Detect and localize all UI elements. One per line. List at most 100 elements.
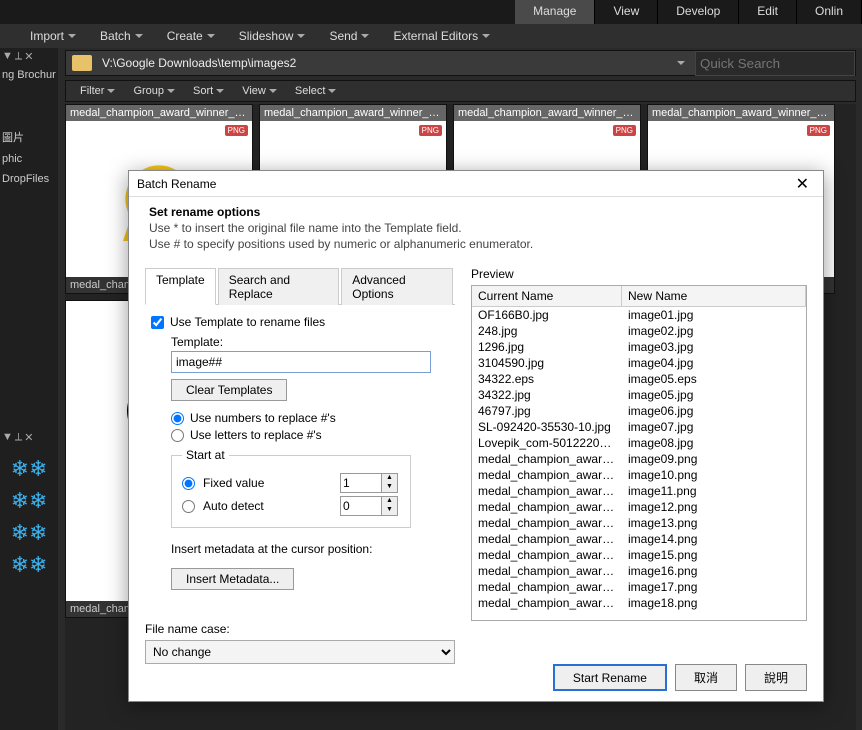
preview-row[interactable]: 46797.jpgimage06.jpg (472, 403, 806, 419)
import-menu[interactable]: Import (20, 26, 86, 46)
import-label: Import (30, 29, 64, 43)
tab-online[interactable]: Onlin (797, 0, 862, 24)
new-name-cell: image16.png (622, 563, 806, 579)
close-icon[interactable]: ✕ (790, 174, 815, 194)
chevron-down-icon[interactable] (677, 61, 685, 65)
preview-row[interactable]: SL-092420-35530-10.jpgimage07.jpg (472, 419, 806, 435)
preview-row[interactable]: 34322.epsimage05.eps (472, 371, 806, 387)
close-icon[interactable]: ✕ (24, 431, 33, 444)
fixed-value-label: Fixed value (203, 476, 332, 490)
sort-menu[interactable]: Sort (185, 83, 232, 99)
snowflake-icon: ❄❄ (0, 488, 58, 514)
new-name-cell: image15.png (622, 547, 806, 563)
batch-label: Batch (100, 29, 131, 43)
preview-row[interactable]: 34322.jpgimage05.jpg (472, 387, 806, 403)
tab-view[interactable]: View (595, 0, 658, 24)
top-menu: Manage View Develop Edit Onlin (0, 0, 862, 24)
preview-row[interactable]: medal_champion_award_wi...image16.png (472, 563, 806, 579)
preview-row[interactable]: medal_champion_award_wi...image09.png (472, 451, 806, 467)
folder-icon (72, 55, 92, 71)
spin-down-icon[interactable]: ▼ (382, 506, 397, 515)
slideshow-label: Slideshow (239, 29, 294, 43)
close-icon[interactable]: ✕ (24, 50, 33, 63)
filter-menu[interactable]: Filter (72, 83, 123, 99)
send-menu[interactable]: Send (319, 26, 379, 46)
select-menu[interactable]: Select (287, 83, 345, 99)
chevron-down-icon (328, 89, 336, 93)
start-at-legend: Start at (182, 448, 229, 462)
preview-row[interactable]: medal_champion_award_wi...image18.png (472, 595, 806, 611)
filename-case-label: File name case: (145, 622, 455, 636)
pin-icon[interactable]: ⟂ (15, 50, 22, 63)
current-name-cell: 3104590.jpg (472, 355, 622, 371)
preview-row[interactable]: OF166B0.jpgimage01.jpg (472, 307, 806, 323)
filename-case-select[interactable]: No change (145, 640, 455, 664)
preview-row[interactable]: 1296.jpgimage03.jpg (472, 339, 806, 355)
start-rename-button[interactable]: Start Rename (553, 664, 667, 691)
preview-row[interactable]: Lovepik_com-501222084-co...image08.jpg (472, 435, 806, 451)
current-name-cell: medal_champion_award_wi... (472, 547, 622, 563)
tab-search-replace[interactable]: Search and Replace (218, 268, 340, 305)
external-editors-menu[interactable]: External Editors (383, 26, 500, 46)
current-name-cell: SL-092420-35530-10.jpg (472, 419, 622, 435)
tab-advanced[interactable]: Advanced Options (341, 268, 453, 305)
path-input[interactable]: V:\Google Downloads\temp\images2 (98, 54, 671, 72)
create-menu[interactable]: Create (157, 26, 225, 46)
clear-templates-button[interactable]: Clear Templates (171, 379, 287, 401)
png-badge: PNG (807, 125, 830, 136)
preview-row[interactable]: medal_champion_award_wi...image13.png (472, 515, 806, 531)
new-name-cell: image04.jpg (622, 355, 806, 371)
auto-detect-radio[interactable] (182, 500, 195, 513)
template-label: Template: (171, 335, 449, 349)
insert-metadata-button[interactable]: Insert Metadata... (171, 568, 294, 590)
fixed-value-radio[interactable] (182, 477, 195, 490)
preview-list[interactable]: Current Name New Name OF166B0.jpgimage01… (471, 285, 807, 621)
snowflake-icon: ❄❄ (0, 456, 58, 482)
current-name-cell: medal_champion_award_wi... (472, 499, 622, 515)
quick-search-input[interactable] (695, 51, 855, 76)
create-label: Create (167, 29, 203, 43)
template-input[interactable] (171, 351, 431, 373)
cancel-button[interactable]: 取消 (675, 664, 737, 691)
tab-template[interactable]: Template (145, 268, 216, 305)
new-name-cell: image10.png (622, 467, 806, 483)
current-name-cell: 34322.jpg (472, 387, 622, 403)
preview-row[interactable]: 3104590.jpgimage04.jpg (472, 355, 806, 371)
spin-up-icon[interactable]: ▲ (382, 497, 397, 506)
tab-develop[interactable]: Develop (658, 0, 739, 24)
tab-manage[interactable]: Manage (515, 0, 595, 24)
spin-up-icon[interactable]: ▲ (382, 474, 397, 483)
preview-row[interactable]: 248.jpgimage02.jpg (472, 323, 806, 339)
new-name-cell: image09.png (622, 451, 806, 467)
current-name-cell: medal_champion_award_wi... (472, 579, 622, 595)
sidebar-item[interactable]: ng Brochur (0, 65, 58, 85)
preview-row[interactable]: medal_champion_award_wi...image12.png (472, 499, 806, 515)
new-name-cell: image02.jpg (622, 323, 806, 339)
chevron-down-icon (167, 89, 175, 93)
sidebar-item[interactable]: DropFiles (0, 169, 58, 189)
sidebar-item[interactable]: 圖片 (0, 125, 58, 149)
slideshow-menu[interactable]: Slideshow (229, 26, 316, 46)
view-menu[interactable]: View (234, 83, 285, 99)
use-numbers-radio[interactable] (171, 412, 184, 425)
preview-row[interactable]: medal_champion_award_wi...image14.png (472, 531, 806, 547)
preview-row[interactable]: medal_champion_award_wi...image17.png (472, 579, 806, 595)
sidebar-item[interactable]: phic (0, 149, 58, 169)
auto-detect-input[interactable] (340, 496, 382, 516)
tab-edit[interactable]: Edit (739, 0, 797, 24)
preview-row[interactable]: medal_champion_award_wi...image11.png (472, 483, 806, 499)
use-template-checkbox[interactable] (151, 316, 164, 329)
col-current-name[interactable]: Current Name (472, 286, 622, 306)
fixed-value-input[interactable] (340, 473, 382, 493)
batch-menu[interactable]: Batch (90, 26, 153, 46)
col-new-name[interactable]: New Name (622, 286, 806, 306)
current-name-cell: 1296.jpg (472, 339, 622, 355)
use-letters-radio[interactable] (171, 429, 184, 442)
help-button[interactable]: 說明 (745, 664, 807, 691)
spin-down-icon[interactable]: ▼ (382, 483, 397, 492)
pin-icon[interactable]: ⟂ (15, 431, 22, 444)
preview-row[interactable]: medal_champion_award_wi...image10.png (472, 467, 806, 483)
group-menu[interactable]: Group (125, 83, 183, 99)
preview-row[interactable]: medal_champion_award_wi...image15.png (472, 547, 806, 563)
external-label: External Editors (393, 29, 478, 43)
